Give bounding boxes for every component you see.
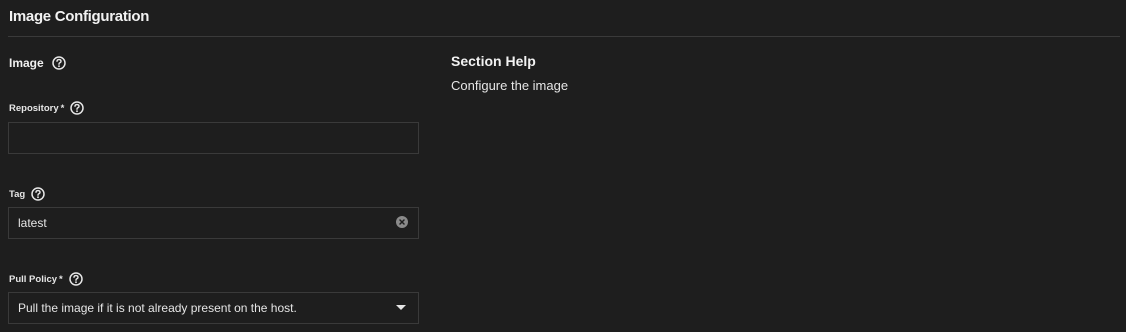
pull-policy-value: Pull the image if it is not already pres… xyxy=(18,301,297,315)
section-header: Image Configuration xyxy=(0,0,1126,36)
required-marker: * xyxy=(59,273,63,285)
tag-label-row: Tag xyxy=(9,187,45,201)
repository-label-row: Repository * xyxy=(9,101,85,115)
help-icon[interactable] xyxy=(31,187,45,201)
help-icon[interactable] xyxy=(69,272,83,286)
image-configuration-panel: Image Configuration Image Repository * T… xyxy=(0,0,1126,332)
tag-value: latest xyxy=(18,216,47,230)
pull-policy-label: Pull Policy xyxy=(9,273,58,285)
image-label: Image xyxy=(9,56,44,70)
tag-input[interactable]: latest xyxy=(8,207,419,239)
help-icon[interactable] xyxy=(70,101,85,115)
tag-label: Tag xyxy=(9,188,26,200)
image-label-row: Image xyxy=(9,56,66,70)
clear-icon[interactable] xyxy=(396,216,408,228)
help-icon[interactable] xyxy=(51,56,66,70)
repository-input[interactable] xyxy=(8,122,419,154)
header-divider xyxy=(8,36,1120,37)
repository-label: Repository xyxy=(9,102,59,114)
pull-policy-label-row: Pull Policy * xyxy=(9,272,83,286)
section-help-title: Section Help xyxy=(451,53,536,69)
chevron-down-icon[interactable] xyxy=(396,305,406,310)
pull-policy-select[interactable]: Pull the image if it is not already pres… xyxy=(8,292,419,324)
section-title: Image Configuration xyxy=(9,8,150,25)
section-help-text: Configure the image xyxy=(451,78,569,93)
required-marker: * xyxy=(60,102,65,114)
